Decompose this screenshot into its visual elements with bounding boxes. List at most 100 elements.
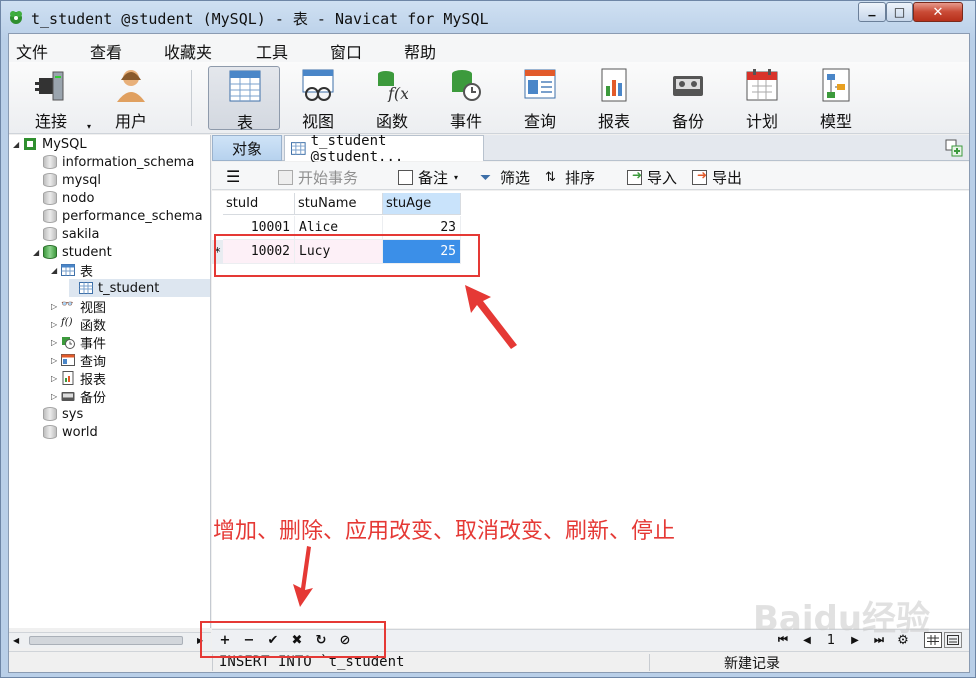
toolbar-backup-button[interactable]: 备份 [652, 66, 724, 131]
collapsed-arrow-icon[interactable]: ▷ [51, 338, 61, 347]
toolbar-table-button[interactable]: 表 [208, 66, 280, 132]
toolbar-query-button[interactable]: 查询 [504, 66, 576, 131]
event-icon [62, 337, 75, 349]
table-icon [291, 142, 306, 155]
title-bar[interactable]: t_student @student (MySQL) - 表 - Navicat… [1, 1, 975, 33]
tree-node-label: MySQL [42, 136, 87, 152]
toolbar-label: 查询 [523, 112, 556, 131]
tree-node-database[interactable]: mysql [33, 171, 101, 189]
annotation-box-new-row [214, 234, 480, 277]
tree-node-label: mysql [62, 172, 101, 188]
backup-icon [673, 76, 703, 96]
event-icon [452, 70, 481, 101]
tree-node-backups[interactable]: ▷ 备份 [51, 387, 107, 406]
tree-node-functions[interactable]: ▷ f() 函数 [51, 315, 106, 334]
toolbar-connect-button[interactable]: 连接 [15, 66, 87, 131]
report-icon [601, 68, 627, 102]
menu-bar: 文件 查看 收藏夹 工具 窗口 帮助 [9, 34, 969, 62]
tree-node-tables[interactable]: ◢ 表 [51, 261, 93, 280]
menu-tools[interactable]: 工具 [256, 39, 288, 63]
tree-node-queries[interactable]: ▷ 查询 [51, 351, 106, 370]
expanded-arrow-icon[interactable]: ◢ [51, 266, 61, 275]
collapsed-arrow-icon[interactable]: ▷ [51, 320, 61, 329]
toolbar-event-button[interactable]: 事件 [430, 66, 502, 131]
menu-icon[interactable]: ☰ [226, 167, 240, 186]
form-view-icon [947, 635, 959, 645]
tree-node-label: information_schema [62, 154, 195, 170]
tree-node-database-student[interactable]: ◢ student [33, 243, 112, 261]
database-icon [43, 209, 57, 223]
tree-node-label: sakila [62, 226, 100, 242]
toolbar-user-button[interactable]: 用户 [95, 66, 167, 131]
tree-node-mysql[interactable]: ◢ MySQL [13, 135, 87, 153]
tree-horizontal-scrollbar[interactable]: ◀ ▶ [9, 632, 211, 648]
tree-node-label: t_student [98, 280, 160, 296]
form-view-button[interactable] [944, 632, 962, 648]
menu-view[interactable]: 查看 [90, 39, 122, 63]
tree-node-views[interactable]: ▷ 👓 视图 [51, 297, 107, 316]
toolbar-model-button[interactable]: 模型 [800, 66, 872, 131]
close-button[interactable]: ✕ [913, 2, 963, 22]
annotation-arrow-up-icon [465, 285, 517, 349]
toolbar-view-button[interactable]: 视图 [282, 66, 354, 131]
annotation-text: 增加、删除、应用改变、取消改变、刷新、停止 [213, 519, 676, 544]
expanded-arrow-icon[interactable]: ◢ [13, 140, 23, 149]
scroll-left-icon[interactable]: ◀ [13, 636, 19, 645]
scroll-thumb[interactable] [29, 636, 183, 645]
tree-node-database[interactable]: performance_schema [33, 207, 203, 225]
expanded-arrow-icon[interactable]: ◢ [33, 248, 43, 257]
tree-node-label: world [62, 424, 98, 440]
view-icon: 👓 [61, 299, 74, 310]
minimize-icon: ▁ [868, 7, 876, 17]
column-header-stuage[interactable]: stuAge [383, 193, 461, 215]
filter-button[interactable]: ⏷ 筛选 [480, 167, 530, 188]
database-icon [43, 227, 57, 241]
maximize-button[interactable]: □ [886, 2, 913, 22]
collapsed-arrow-icon[interactable]: ▷ [51, 374, 61, 383]
collapsed-arrow-icon[interactable]: ▷ [51, 356, 61, 365]
begin-transaction-button[interactable]: 开始事务 [278, 167, 358, 188]
database-icon [43, 407, 57, 421]
tab-t-student[interactable]: t_student @student... [284, 133, 484, 165]
menu-help[interactable]: 帮助 [404, 39, 436, 63]
tab-label: t_student @student... [310, 132, 404, 165]
tree-node-label: 视图 [80, 300, 107, 316]
record-status-text: 新建记录 [724, 656, 780, 672]
column-header-stuname[interactable]: stuName [295, 193, 383, 215]
sort-button[interactable]: ⇅ 排序 [545, 167, 595, 188]
export-button[interactable]: ➜ 导出 [692, 167, 742, 188]
tree-node-label: 事件 [80, 336, 107, 352]
toolbar-schedule-button[interactable]: 计划 [726, 66, 798, 131]
collapsed-arrow-icon[interactable]: ▷ [51, 392, 61, 401]
tree-node-database[interactable]: nodo [33, 189, 94, 207]
toolbar-report-button[interactable]: 报表 [578, 66, 650, 131]
tree-node-table-t-student[interactable]: t_student [69, 279, 210, 297]
tree-node-reports[interactable]: ▷ 报表 [51, 369, 107, 388]
menu-favorites[interactable]: 收藏夹 [164, 39, 212, 63]
chevron-down-icon[interactable]: ▾ [87, 122, 91, 131]
tab-objects[interactable]: 对象 [212, 135, 282, 161]
toolbar-label: 报表 [597, 112, 630, 131]
status-divider [649, 654, 650, 671]
new-object-icon[interactable] [945, 139, 963, 157]
menu-window[interactable]: 窗口 [330, 39, 362, 63]
tree-node-database[interactable]: sakila [33, 225, 99, 243]
tree-node-database[interactable]: sys [33, 405, 83, 423]
notes-button[interactable]: 备注 ▾ [398, 167, 458, 188]
toolbar-label: 表 [236, 113, 253, 132]
tree-node-label: 报表 [80, 372, 107, 388]
connection-tree: ◢ MySQL information_schema mysql nodo pe… [9, 135, 211, 628]
chevron-down-icon: ▾ [454, 173, 459, 182]
column-header-stuid[interactable]: stuId [223, 193, 295, 215]
import-button[interactable]: ➜ 导入 [627, 167, 677, 188]
tree-node-database[interactable]: world [33, 423, 98, 441]
collapsed-arrow-icon[interactable]: ▷ [51, 302, 61, 311]
tree-node-events[interactable]: ▷ 事件 [51, 333, 107, 352]
tree-node-label: 备份 [80, 390, 107, 406]
database-icon [43, 155, 57, 169]
tree-node-database[interactable]: information_schema [33, 153, 194, 171]
toolbar-function-button[interactable]: f(x) 函数 [356, 66, 428, 131]
menu-file[interactable]: 文件 [16, 39, 48, 63]
minimize-button[interactable]: ▁ [858, 2, 886, 22]
svg-text:f(x): f(x) [387, 84, 408, 102]
